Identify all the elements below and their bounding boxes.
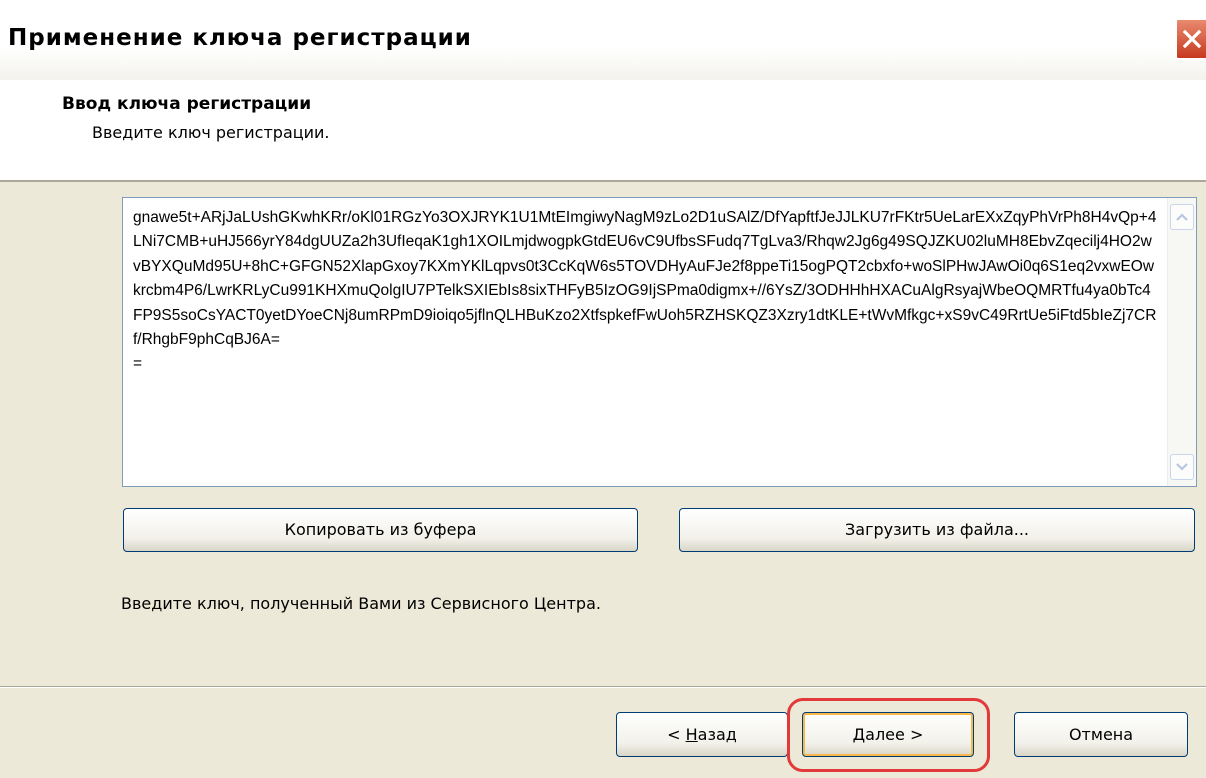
cancel-button[interactable]: Отмена [1014,712,1188,757]
window-title: Применение ключа регистрации [8,25,472,51]
registration-key-text[interactable]: gnawe5t+ARjJaLUshGKwhKRr/oKl01RGzYo3OXJR… [133,206,1158,377]
load-from-file-button[interactable]: Загрузить из файла... [679,508,1195,552]
wizard-header: Ввод ключа регистрации Введите ключ реги… [0,80,1206,182]
next-button-highlight [787,698,990,772]
scroll-down-button[interactable] [1170,454,1194,480]
chevron-up-icon [1176,213,1188,221]
back-button-prefix: < [667,725,686,744]
page-subtitle: Введите ключ регистрации. [92,123,330,142]
chevron-down-icon [1176,463,1188,471]
back-button-accel: Н [685,725,698,744]
back-button-label: азад [697,725,737,744]
scroll-up-button[interactable] [1170,204,1194,230]
footer-divider [0,686,1206,688]
page-title: Ввод ключа регистрации [62,94,312,114]
copy-from-clipboard-button[interactable]: Копировать из буфера [123,508,638,552]
hint-text: Введите ключ, полученный Вами из Сервисн… [121,594,601,613]
back-button[interactable]: < Назад [616,712,788,757]
title-bar: Применение ключа регистрации [0,0,1206,81]
vertical-scrollbar[interactable] [1167,198,1196,486]
registration-key-textarea[interactable]: gnawe5t+ARjJaLUshGKwhKRr/oKl01RGzYo3OXJR… [122,197,1197,487]
close-icon [1182,29,1202,49]
close-button[interactable] [1175,18,1206,60]
